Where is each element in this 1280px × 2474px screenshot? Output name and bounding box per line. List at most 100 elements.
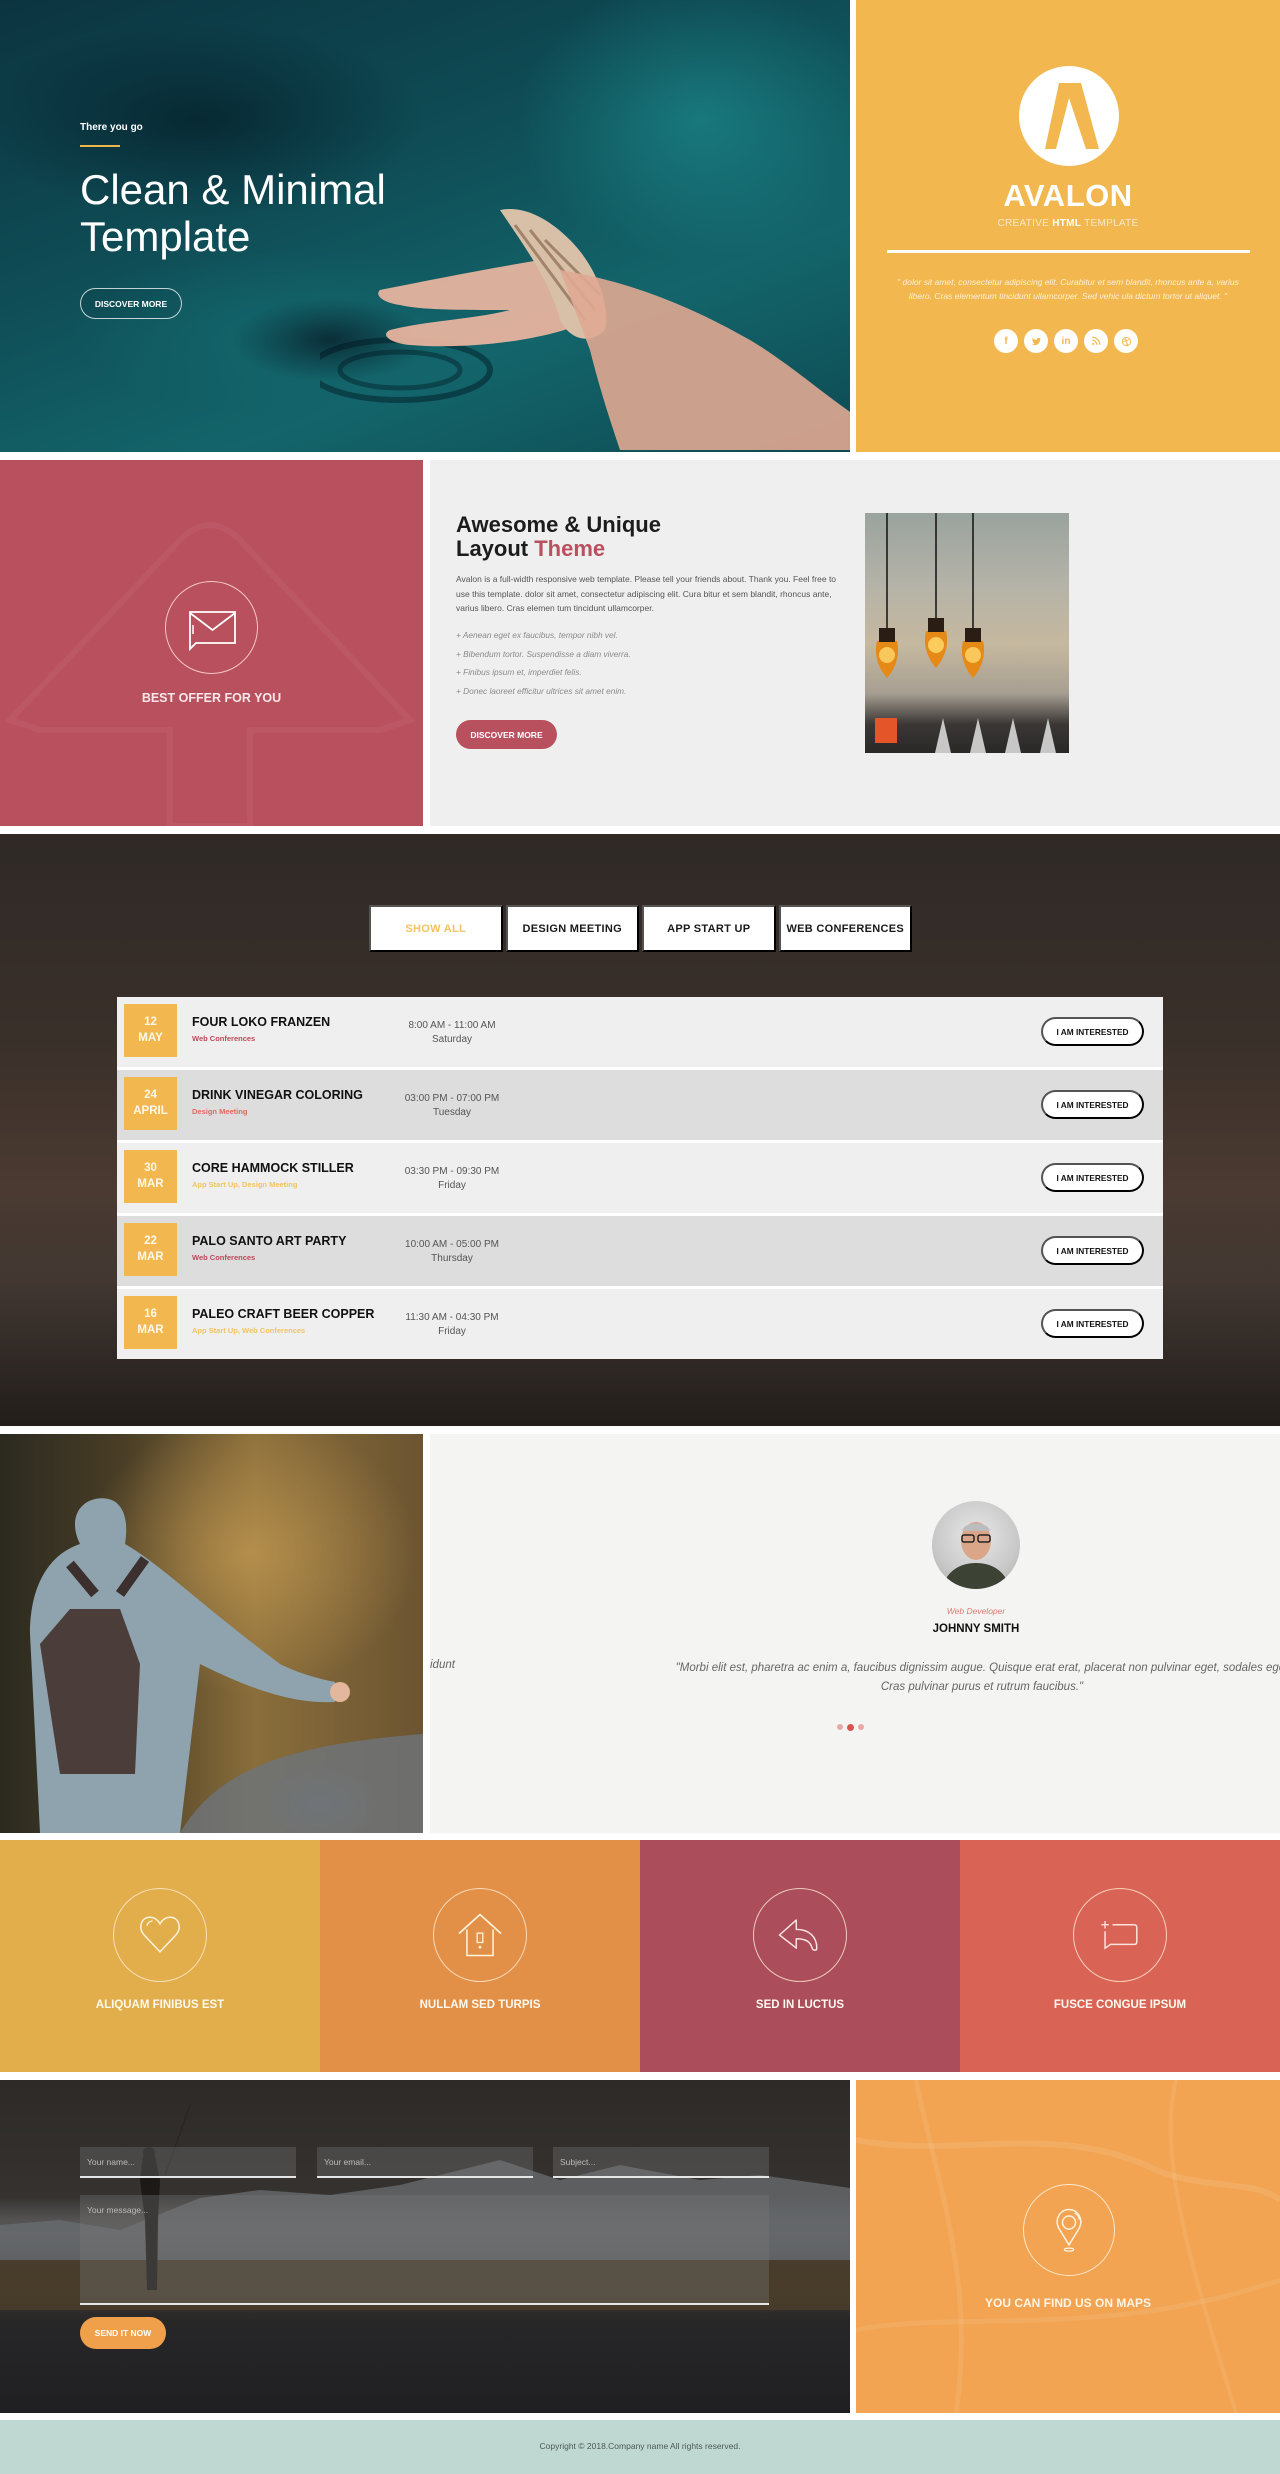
house-icon [458,1913,502,1957]
event-day: 24 [144,1089,157,1101]
hero-banner: There you go Clean & Minimal Template DI… [0,0,850,452]
event-time: 10:00 AM - 05:00 PM Thursday [367,1238,537,1266]
feature-tile: ALIQUAM FINIBUS EST [0,1840,320,2072]
event-date: 22 MAR [124,1223,177,1276]
copyright: Copyright © 2018.Company name All rights… [539,2441,741,2451]
events-section: SHOW ALL DESIGN MEETING APP START UP WEB… [0,834,1280,1426]
event-date: 30 MAR [124,1150,177,1203]
event-time: 03:00 PM - 07:00 PM Tuesday [367,1092,537,1120]
feature-title: NULLAM SED TURPIS [419,1999,541,2011]
event-date: 16 MAR [124,1296,177,1349]
event-time-range: 03:30 PM - 09:30 PM [404,1166,500,1177]
feature-title: SED IN LUCTUS [755,1999,845,2011]
logo [1019,66,1119,166]
feature-icon-circle [433,1888,527,1982]
social-links: f in [994,329,1144,355]
event-time: 03:30 PM - 09:30 PM Friday [367,1165,537,1193]
event-category: App Start Up, Web Conferences [192,1326,306,1335]
quote-line: Cras pulvinar purus et rutrum faucibus." [880,1681,1084,1693]
carousel-dot[interactable] [858,1724,864,1730]
about-discover-button[interactable]: DISCOVER MORE [456,720,557,749]
event-date: 24 APRIL [124,1077,177,1130]
email-input[interactable]: Your email... [317,2147,533,2178]
interested-button[interactable]: I AM INTERESTED [1041,1017,1144,1046]
maps-title: YOU CAN FIND US ON MAPS [984,2296,1151,2310]
pendant-lamps-image [865,513,1069,753]
event-row: 24 APRIL DRINK VINEGAR COLORING Design Me… [117,1070,1163,1140]
event-day: 12 [144,1016,157,1028]
brand-tagline: CREATIVE HTML TEMPLATE [856,218,1280,229]
event-month: MAR [137,1324,164,1336]
divider [887,250,1250,253]
event-time: 11:30 AM - 04:30 PM Friday [367,1311,537,1339]
interested-button[interactable]: I AM INTERESTED [1041,1090,1144,1119]
brand-quote: " dolor sit amet, consectetur adipiscing… [897,277,1239,301]
avalon-logo-icon [1045,83,1099,149]
interested-button[interactable]: I AM INTERESTED [1041,1309,1144,1338]
hero-accent-line [80,145,120,147]
tagline-part: TEMPLATE [1081,218,1139,229]
about-feature-list: + Aenean eget ex faucibus, tempor nibh v… [456,626,846,701]
rss-icon[interactable] [1084,329,1108,353]
offer-panel: BEST OFFER FOR YOU [0,460,423,826]
envelope-chat-icon [189,611,236,652]
carousel-dot-active[interactable] [847,1724,854,1731]
interested-button[interactable]: I AM INTERESTED [1041,1163,1144,1192]
message-textarea[interactable]: Your message... [80,2195,769,2305]
event-category: Web Conferences [192,1253,256,1262]
event-category: Design Meeting [192,1107,248,1116]
feature-tile: FUSCE CONGUE IPSUM [960,1840,1280,2072]
facebook-icon[interactable]: f [994,329,1018,353]
hero-title: Clean & Minimal Template [80,166,386,260]
name-input[interactable]: Your name... [80,2147,296,2178]
feature-icon-circle [1073,1888,1167,1982]
event-name: PALO SANTO ART PARTY [192,1234,347,1248]
avatar [932,1501,1020,1589]
linkedin-icon[interactable]: in [1054,329,1078,353]
filter-show-all[interactable]: SHOW ALL [369,905,503,952]
about-title-accent: Theme [534,536,606,561]
filter-app-start-up[interactable]: APP START UP [642,905,776,952]
tagline-part: CREATIVE [997,218,1053,229]
testimonial-role: Web Developer [946,1606,1006,1616]
hero-discover-button[interactable]: DISCOVER MORE [80,288,182,319]
reply-arrow-icon [778,1919,818,1951]
map-pin-icon [1056,2208,1082,2252]
previous-slide-fragment: idunt [430,1659,455,1671]
event-day: 16 [144,1308,157,1320]
event-day: 22 [144,1235,157,1247]
twitter-icon[interactable] [1024,329,1048,353]
filter-web-conferences[interactable]: WEB CONFERENCES [778,905,912,952]
quote-line: "Morbi elit est, pharetra ac enim a, fau… [675,1662,1280,1674]
feature-tile: NULLAM SED TURPIS [320,1840,640,2072]
interested-button[interactable]: I AM INTERESTED [1041,1236,1144,1265]
list-item: + Finibus ipsum et, imperdiet felis. [456,667,582,678]
footer: Copyright © 2018.Company name All rights… [0,2420,1280,2474]
event-category: Web Conferences [192,1034,256,1043]
carousel-dot[interactable] [837,1724,843,1730]
map-icon-circle [1023,2184,1115,2276]
event-row: 22 MAR PALO SANTO ART PARTY Web Conferenc… [117,1216,1163,1286]
tagline-bold: HTML [1052,218,1082,229]
subject-input[interactable]: Subject... [553,2147,769,2178]
event-time-range: 10:00 AM - 05:00 PM [405,1239,499,1250]
testimonial-name: JOHNNY SMITH [932,1623,1020,1635]
list-item: + Bibendum tortor. Suspendisse a diam vi… [456,648,631,659]
send-button[interactable]: SEND IT NOW [80,2317,166,2349]
filter-design-meeting[interactable]: DESIGN MEETING [505,905,639,952]
event-weekday: Tuesday [433,1107,471,1118]
maps-panel: YOU CAN FIND US ON MAPS [856,2080,1280,2413]
list-item: + Donec laoreet efficitur ultrices sit a… [456,686,627,697]
about-title: Awesome & Unique Layout Theme [456,513,661,561]
dribbble-icon[interactable] [1114,329,1138,353]
event-time: 8:00 AM - 11:00 AM Saturday [367,1019,537,1047]
event-name: PALEO CRAFT BEER COPPER [192,1307,375,1321]
event-time-range: 8:00 AM - 11:00 AM [408,1020,496,1031]
event-name: FOUR LOKO FRANZEN [192,1015,331,1029]
heart-icon [140,1916,180,1953]
contact-section: Your name... Your email... Subject... Yo… [0,2080,850,2413]
carousel-dots [837,1724,877,1732]
event-weekday: Friday [438,1326,466,1337]
event-month: MAY [138,1032,163,1044]
event-time-range: 11:30 AM - 04:30 PM [405,1312,499,1323]
